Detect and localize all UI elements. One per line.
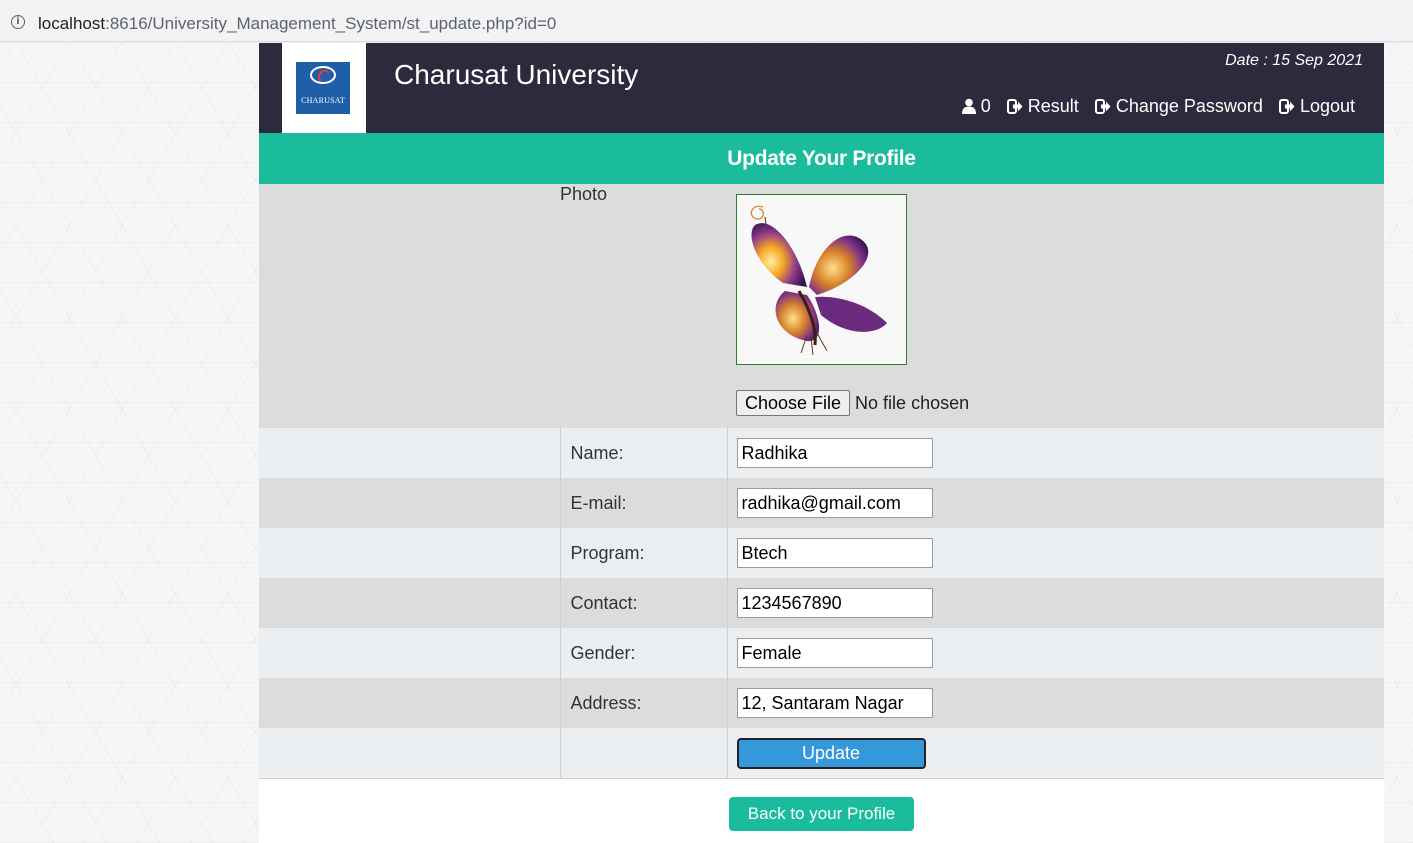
profile-photo [736,194,907,365]
contact-field[interactable]: 1234567890 [736,588,933,618]
sign-out-icon [1278,99,1295,114]
gender-label: Gender: [559,628,727,678]
url-text[interactable]: localhost:8616/University_Management_Sys… [38,14,556,34]
logo-text: CHARUSAT [301,96,345,105]
nav-user-count[interactable]: 0 [961,96,991,117]
form-row-submit: Update [259,728,1384,779]
header-nav: 0 Result Change Password Logout [951,96,1355,117]
nav-result[interactable]: Result [1006,96,1079,117]
browser-address-bar: i localhost:8616/University_Management_S… [0,0,1413,42]
contact-label: Contact: [559,578,727,628]
email-field[interactable]: radhika@gmail.com [736,488,933,518]
update-button[interactable]: Update [736,737,926,769]
user-icon [961,98,976,114]
email-label: E-mail: [559,478,727,528]
logo-box: CHARUSAT [282,43,366,133]
url-host: localhost [38,14,106,33]
name-label: Name: [559,428,727,478]
back-to-profile-button[interactable]: Back to your Profile [729,797,914,831]
university-logo[interactable]: CHARUSAT [296,62,350,114]
photo-label: Photo [560,184,727,428]
name-field[interactable]: Radhika [736,438,933,468]
gender-field[interactable]: Female [736,638,933,668]
form-row-address: Address: 12, Santaram Nagar [259,678,1384,728]
choose-file-button[interactable]: Choose File [736,390,851,416]
form-row-email: E-mail: radhika@gmail.com [259,478,1384,528]
nav-result-label: Result [1027,96,1079,116]
url-bar[interactable]: i localhost:8616/University_Management_S… [0,4,1413,36]
url-path: :8616/University_Management_System/st_up… [105,14,557,33]
address-field[interactable]: 12, Santaram Nagar [736,688,933,718]
nav-logout[interactable]: Logout [1278,96,1355,117]
info-icon[interactable]: i [11,15,25,29]
photo-row: Photo Choose File No file chosen [259,184,1384,428]
program-field[interactable]: Btech [736,538,933,568]
file-picker: Choose File No file chosen [736,390,1384,416]
current-date: Date : 15 Sep 2021 [1225,52,1363,69]
profile-form: Photo Choose File No file chosen Name: R… [259,184,1384,779]
form-row-gender: Gender: Female [259,628,1384,678]
page-title: Update Your Profile [259,133,1384,184]
program-label: Program: [559,528,727,578]
sign-out-icon [1006,99,1023,114]
nav-logout-label: Logout [1299,96,1355,116]
site-header: CHARUSAT Charusat University Date : 15 S… [259,43,1384,133]
form-row-contact: Contact: 1234567890 [259,578,1384,628]
file-status: No file chosen [855,393,970,413]
address-label: Address: [559,678,727,728]
nav-change-password[interactable]: Change Password [1094,96,1263,117]
butterfly-image [750,205,887,356]
form-row-program: Program: Btech [259,528,1384,578]
site-title: Charusat University [394,59,639,90]
sign-out-icon [1094,99,1111,114]
form-row-name: Name: Radhika [259,428,1384,478]
page-container: CHARUSAT Charusat University Date : 15 S… [259,43,1384,843]
nav-change-password-label: Change Password [1115,96,1263,116]
logo-emblem-icon [310,66,336,84]
user-count: 0 [980,96,991,116]
